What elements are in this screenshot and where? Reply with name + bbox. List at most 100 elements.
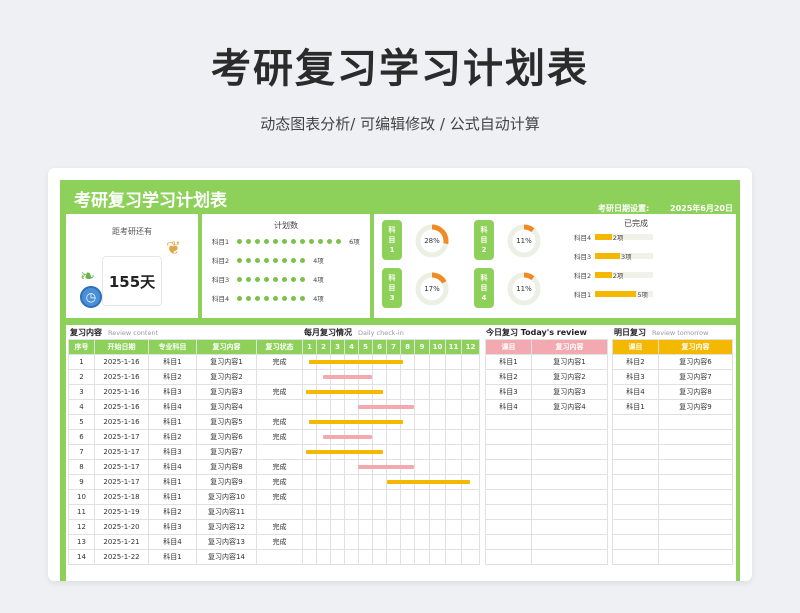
today-subject-cell[interactable] [485, 534, 532, 550]
review-cell-subject[interactable]: 科目3 [148, 444, 197, 460]
today-subject-cell[interactable] [485, 414, 532, 430]
review-cell-no[interactable]: 3 [68, 384, 95, 400]
tomorrow-content-cell[interactable]: 复习内容6 [658, 354, 733, 370]
review-cell-content[interactable]: 复习内容11 [196, 504, 257, 520]
review-cell-content[interactable]: 复习内容2 [196, 369, 257, 385]
today-subject-cell[interactable] [485, 444, 532, 460]
tomorrow-content-cell[interactable] [658, 534, 733, 550]
review-cell-status[interactable]: 完成 [256, 474, 303, 490]
review-cell-content[interactable]: 复习内容5 [196, 414, 257, 430]
tomorrow-content-cell[interactable] [658, 549, 733, 565]
review-cell-date[interactable]: 2025-1-21 [94, 534, 149, 550]
today-subject-cell[interactable]: 科目2 [485, 369, 532, 385]
review-cell-subject[interactable]: 科目1 [148, 549, 197, 565]
review-cell-date[interactable]: 2025-1-19 [94, 504, 149, 520]
today-subject-cell[interactable] [485, 474, 532, 490]
tomorrow-content-cell[interactable] [658, 489, 733, 505]
today-subject-cell[interactable] [485, 549, 532, 565]
today-content-cell[interactable]: 复习内容1 [531, 354, 608, 370]
review-cell-status[interactable] [256, 444, 303, 460]
review-cell-status[interactable]: 完成 [256, 384, 303, 400]
review-cell-date[interactable]: 2025-1-16 [94, 354, 149, 370]
today-content-cell[interactable] [531, 489, 608, 505]
review-cell-subject[interactable]: 科目4 [148, 534, 197, 550]
today-content-cell[interactable] [531, 444, 608, 460]
review-cell-date[interactable]: 2025-1-16 [94, 384, 149, 400]
review-cell-subject[interactable]: 科目1 [148, 489, 197, 505]
today-subject-cell[interactable]: 科目1 [485, 354, 532, 370]
today-subject-cell[interactable] [485, 489, 532, 505]
review-cell-subject[interactable]: 科目4 [148, 459, 197, 475]
review-cell-status[interactable]: 完成 [256, 534, 303, 550]
review-cell-date[interactable]: 2025-1-17 [94, 444, 149, 460]
today-subject-cell[interactable] [485, 459, 532, 475]
review-cell-no[interactable]: 10 [68, 489, 95, 505]
today-content-cell[interactable] [531, 534, 608, 550]
today-content-cell[interactable]: 复习内容3 [531, 384, 608, 400]
review-cell-no[interactable]: 14 [68, 549, 95, 565]
review-cell-subject[interactable]: 科目3 [148, 519, 197, 535]
tomorrow-content-cell[interactable] [658, 504, 733, 520]
review-cell-subject[interactable]: 科目2 [148, 429, 197, 445]
review-cell-no[interactable]: 1 [68, 354, 95, 370]
review-cell-content[interactable]: 复习内容14 [196, 549, 257, 565]
tomorrow-subject-cell[interactable]: 科目3 [612, 369, 659, 385]
tomorrow-content-cell[interactable] [658, 414, 733, 430]
review-cell-no[interactable]: 6 [68, 429, 95, 445]
review-cell-content[interactable]: 复习内容13 [196, 534, 257, 550]
tomorrow-content-cell[interactable]: 复习内容7 [658, 369, 733, 385]
review-cell-no[interactable]: 8 [68, 459, 95, 475]
review-cell-date[interactable]: 2025-1-16 [94, 414, 149, 430]
review-cell-content[interactable]: 复习内容3 [196, 384, 257, 400]
today-content-cell[interactable] [531, 429, 608, 445]
tomorrow-content-cell[interactable] [658, 459, 733, 475]
today-content-cell[interactable] [531, 519, 608, 535]
review-cell-date[interactable]: 2025-1-17 [94, 459, 149, 475]
today-subject-cell[interactable]: 科目4 [485, 399, 532, 415]
review-cell-no[interactable]: 13 [68, 534, 95, 550]
today-subject-cell[interactable] [485, 519, 532, 535]
tomorrow-subject-cell[interactable]: 科目1 [612, 399, 659, 415]
review-cell-no[interactable]: 5 [68, 414, 95, 430]
tomorrow-subject-cell[interactable] [612, 474, 659, 490]
tomorrow-subject-cell[interactable]: 科目4 [612, 384, 659, 400]
review-cell-subject[interactable]: 科目1 [148, 414, 197, 430]
review-cell-no[interactable]: 4 [68, 399, 95, 415]
tomorrow-subject-cell[interactable] [612, 414, 659, 430]
review-cell-subject[interactable]: 科目1 [148, 474, 197, 490]
today-subject-cell[interactable] [485, 429, 532, 445]
review-cell-no[interactable]: 11 [68, 504, 95, 520]
today-subject-cell[interactable]: 科目3 [485, 384, 532, 400]
review-cell-date[interactable]: 2025-1-16 [94, 399, 149, 415]
review-cell-no[interactable]: 7 [68, 444, 95, 460]
exam-date-value[interactable]: 2025年6月20日 [670, 203, 733, 214]
review-cell-content[interactable]: 复习内容7 [196, 444, 257, 460]
today-subject-cell[interactable] [485, 504, 532, 520]
today-content-cell[interactable] [531, 474, 608, 490]
review-cell-no[interactable]: 12 [68, 519, 95, 535]
tomorrow-subject-cell[interactable] [612, 489, 659, 505]
review-cell-content[interactable]: 复习内容9 [196, 474, 257, 490]
today-content-cell[interactable] [531, 549, 608, 565]
review-cell-subject[interactable]: 科目2 [148, 504, 197, 520]
review-cell-content[interactable]: 复习内容6 [196, 429, 257, 445]
review-cell-date[interactable]: 2025-1-17 [94, 474, 149, 490]
review-cell-status[interactable]: 完成 [256, 519, 303, 535]
today-content-cell[interactable] [531, 414, 608, 430]
tomorrow-subject-cell[interactable] [612, 444, 659, 460]
review-cell-content[interactable]: 复习内容4 [196, 399, 257, 415]
review-cell-date[interactable]: 2025-1-18 [94, 489, 149, 505]
review-cell-content[interactable]: 复习内容12 [196, 519, 257, 535]
review-cell-status[interactable]: 完成 [256, 354, 303, 370]
tomorrow-subject-cell[interactable] [612, 429, 659, 445]
tomorrow-subject-cell[interactable] [612, 519, 659, 535]
tomorrow-subject-cell[interactable] [612, 459, 659, 475]
review-cell-no[interactable]: 2 [68, 369, 95, 385]
tomorrow-subject-cell[interactable] [612, 534, 659, 550]
review-cell-status[interactable]: 完成 [256, 459, 303, 475]
tomorrow-subject-cell[interactable]: 科目2 [612, 354, 659, 370]
review-cell-date[interactable]: 2025-1-17 [94, 429, 149, 445]
today-content-cell[interactable] [531, 504, 608, 520]
review-cell-subject[interactable]: 科目4 [148, 399, 197, 415]
review-cell-content[interactable]: 复习内容1 [196, 354, 257, 370]
